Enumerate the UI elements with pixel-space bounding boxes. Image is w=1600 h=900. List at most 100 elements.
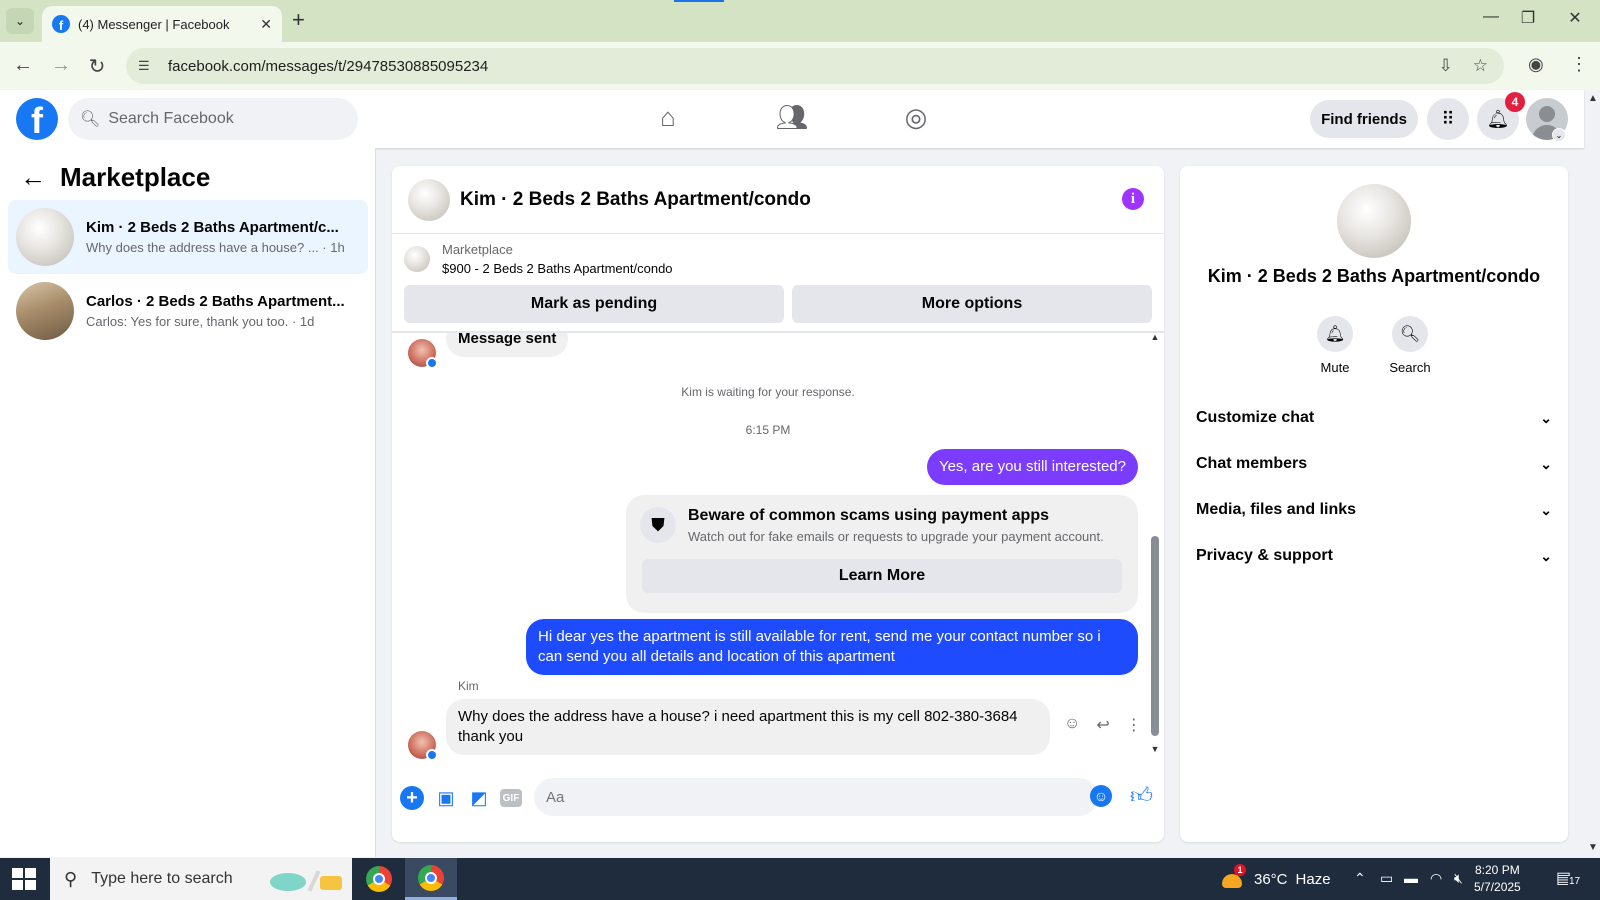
page-scroll-up-arrow[interactable]: ▲ xyxy=(1588,93,1598,104)
search-placeholder: Search Facebook xyxy=(108,110,234,127)
scam-warning-subtitle: Watch out for fake emails or requests to… xyxy=(688,529,1104,544)
weather-alert-badge: 1 xyxy=(1234,864,1246,876)
section-label: Privacy & support xyxy=(1196,547,1333,564)
react-emoji-icon[interactable]: ☺ xyxy=(1064,715,1080,735)
section-label: Customize chat xyxy=(1196,409,1315,426)
url-text[interactable]: facebook.com/messages/t/2947853088509523… xyxy=(168,58,1439,75)
weather-widget[interactable]: 1 36°C Haze xyxy=(1220,864,1331,890)
search-icon: ⚲ xyxy=(64,868,78,889)
mute-button[interactable]: 🔔︎ Mute xyxy=(1300,316,1370,375)
learn-more-button[interactable]: Learn More xyxy=(642,559,1122,593)
scrollbar-thumb[interactable] xyxy=(1151,536,1159,736)
windows-start-icon[interactable] xyxy=(12,868,36,890)
chevron-down-icon: ⌄ xyxy=(1540,409,1552,426)
conversation-info-icon[interactable]: i xyxy=(1122,188,1144,210)
listing-thumbnail xyxy=(16,282,74,340)
weather-icon: 1 xyxy=(1220,864,1246,890)
menu-grid-icon[interactable]: ⠿ xyxy=(1427,98,1469,140)
more-actions-icon[interactable]: ⋮ xyxy=(1126,715,1142,735)
search-label: Search xyxy=(1389,360,1431,375)
emoji-icon[interactable]: ☺ xyxy=(1090,785,1112,807)
battery-icon[interactable]: ▬ xyxy=(1404,870,1418,886)
search-in-conversation-button[interactable]: 🔍︎ Search xyxy=(1375,316,1445,375)
wifi-icon[interactable]: ◠ xyxy=(1430,870,1442,887)
back-arrow-icon[interactable]: ← xyxy=(10,54,36,77)
media-files-links-section[interactable]: Media, files and links ⌄ xyxy=(1196,490,1552,530)
chat-scrollbar[interactable]: ▲ ▼ xyxy=(1150,332,1160,761)
page-scroll-down-arrow[interactable]: ▼ xyxy=(1588,842,1598,853)
find-friends-button[interactable]: Find friends xyxy=(1310,100,1418,138)
taskbar-chrome-app-active[interactable] xyxy=(405,858,457,900)
chat-members-section[interactable]: Chat members ⌄ xyxy=(1196,444,1552,484)
chat-avatar[interactable] xyxy=(408,178,450,221)
site-info-icon[interactable]: ☰ xyxy=(138,58,156,74)
volume-muted-icon[interactable]: 🔇︎ xyxy=(1454,870,1463,887)
privacy-support-section[interactable]: Privacy & support ⌄ xyxy=(1196,536,1552,576)
conversation-item-kim[interactable]: Kim · 2 Beds 2 Baths Apartment/c... Why … xyxy=(8,200,368,274)
restore-button[interactable]: ❐ xyxy=(1513,8,1543,28)
action-center-icon[interactable]: ▤ 17 xyxy=(1556,868,1582,888)
scroll-down-arrow[interactable]: ▼ xyxy=(1150,744,1160,754)
scam-warning-title: Beware of common scams using payment app… xyxy=(688,507,1049,524)
sticker-icon[interactable]: ◩ xyxy=(467,786,491,810)
outgoing-message[interactable]: Hi dear yes the apartment is still avail… xyxy=(526,619,1138,675)
chat-title[interactable]: Kim · 2 Beds 2 Baths Apartment/condo xyxy=(460,189,811,211)
new-tab-button[interactable]: + xyxy=(292,9,305,31)
close-window-button[interactable]: ✕ xyxy=(1560,8,1590,28)
section-label: Media, files and links xyxy=(1196,501,1357,518)
friends-icon[interactable]: 👥︎ xyxy=(772,102,812,133)
forward-arrow-icon[interactable]: → xyxy=(48,54,74,77)
bookmark-star-icon[interactable]: ☆ xyxy=(1473,56,1488,76)
message-composer: + ▣ ◩ GIF ☺ 👍︎ xyxy=(392,766,1164,842)
groups-icon[interactable]: ◎ xyxy=(896,102,936,133)
kim-avatar[interactable] xyxy=(408,339,438,369)
url-bar[interactable]: ☰ facebook.com/messages/t/29478530885095… xyxy=(126,48,1504,84)
listing-summary[interactable]: Marketplace $900 - 2 Beds 2 Baths Apartm… xyxy=(404,242,673,276)
chrome-menu-icon[interactable]: ⋮ xyxy=(1570,54,1588,75)
taskbar-chrome-app[interactable] xyxy=(353,858,405,900)
kim-avatar[interactable] xyxy=(408,731,438,761)
facebook-logo-icon[interactable]: f xyxy=(16,98,58,140)
minimize-button[interactable]: — xyxy=(1476,8,1506,26)
conversation-item-carlos[interactable]: Carlos · 2 Beds 2 Baths Apartment... Car… xyxy=(8,274,368,348)
gif-icon[interactable]: GIF xyxy=(500,789,522,807)
notifications-button[interactable]: 🔔︎ 4 xyxy=(1477,92,1525,140)
customize-chat-section[interactable]: Customize chat ⌄ xyxy=(1196,398,1552,438)
chat-header: Kim · 2 Beds 2 Baths Apartment/condo xyxy=(392,166,1164,234)
facebook-search-input[interactable]: 🔍︎ Search Facebook xyxy=(68,98,358,140)
more-options-button[interactable]: More options xyxy=(792,285,1152,323)
home-icon[interactable]: ⌂ xyxy=(648,102,688,133)
back-arrow-icon[interactable]: ← xyxy=(20,162,46,193)
show-hidden-icons-chevron-icon[interactable]: ⌃ xyxy=(1354,870,1366,887)
install-app-icon[interactable]: ⇩ xyxy=(1439,56,1453,76)
action-center-count: 17 xyxy=(1568,876,1582,887)
conversation-name: Kim · 2 Beds 2 Baths Apartment/condo xyxy=(1207,266,1541,286)
reply-icon[interactable]: ↩ xyxy=(1096,715,1109,735)
outgoing-message[interactable]: Yes, are you still interested? xyxy=(926,449,1138,485)
taskbar-search-box[interactable]: ⚲ Type here to search xyxy=(50,858,352,900)
reload-icon[interactable]: ↻ xyxy=(84,54,110,79)
conversation-avatar[interactable] xyxy=(1337,184,1411,258)
tab-list-chevron-icon[interactable]: ⌄ xyxy=(6,8,34,34)
facebook-favicon-icon: f xyxy=(52,15,70,33)
facebook-top-bar: f 🔍︎ Search Facebook ⌂ 👥︎ ◎ Find friends… xyxy=(0,90,1584,148)
photo-icon[interactable]: ▣ xyxy=(434,786,458,810)
scroll-up-arrow[interactable]: ▲ xyxy=(1150,332,1160,342)
listing-thumbnail xyxy=(16,208,74,266)
incoming-message[interactable]: Why does the address have a house? i nee… xyxy=(446,699,1050,755)
account-chevron-icon[interactable]: ⌄ xyxy=(1552,128,1566,142)
taskbar-clock[interactable]: 8:20 PM 5/7/2025 xyxy=(1474,862,1521,896)
message-list: Message sent Kim is waiting for your res… xyxy=(392,333,1164,761)
panel-title: Marketplace xyxy=(60,162,211,192)
conversation-name: Carlos · 2 Beds 2 Baths Apartment... xyxy=(86,293,345,310)
meet-now-icon[interactable]: ▭ xyxy=(1380,870,1393,887)
conversation-snippet: Carlos: Yes for sure, thank you too. · 1… xyxy=(86,314,315,329)
browser-tab-messenger[interactable]: f (4) Messenger | Facebook ✕ xyxy=(42,6,282,42)
plus-icon[interactable]: + xyxy=(400,786,424,810)
mark-as-pending-button[interactable]: Mark as pending xyxy=(404,285,784,323)
chrome-profile-icon[interactable]: ◉ xyxy=(1528,54,1544,75)
tab-close-icon[interactable]: ✕ xyxy=(260,16,272,33)
message-input[interactable] xyxy=(534,778,1098,816)
thumbs-up-icon[interactable]: 👍︎ xyxy=(1130,782,1153,809)
chevron-down-icon: ⌄ xyxy=(1540,501,1552,518)
